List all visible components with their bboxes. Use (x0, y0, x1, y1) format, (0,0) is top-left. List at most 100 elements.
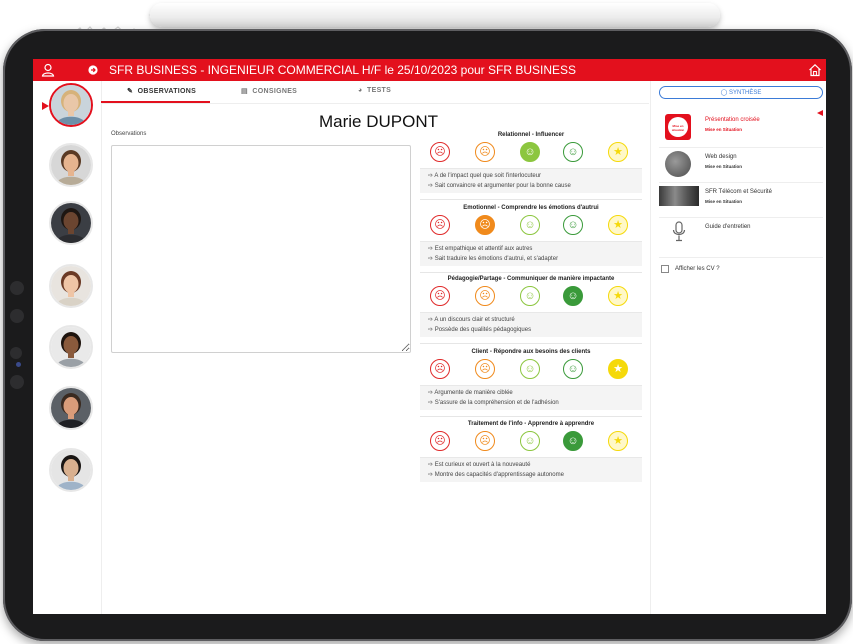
face-angry-icon[interactable]: ☹ (430, 286, 450, 306)
face-sad-icon[interactable]: ☹ (475, 431, 495, 451)
face-angry-icon[interactable]: ☹ (430, 215, 450, 235)
exercise-item-presentation[interactable]: Mise en situation Présentation croisée M… (659, 114, 823, 144)
face-smile-icon[interactable]: ☺ (563, 142, 583, 162)
face-neutral-icon[interactable]: ☺ (520, 142, 540, 162)
face-angry-icon[interactable]: ☹ (430, 359, 450, 379)
exercise-item-sfr-telecom[interactable]: SFR Télécom et Sécurité Mise en Situatio… (659, 186, 823, 216)
divider (420, 343, 642, 344)
divider (659, 182, 823, 183)
criterion-item-text: A de l'impact quel que soit l'interlocut… (434, 173, 542, 179)
tab-consignes[interactable]: ▤ CONSIGNES (241, 87, 297, 95)
criterion-item-text: Argumente de manière ciblée (434, 390, 513, 396)
candidate-avatar[interactable] (49, 448, 93, 492)
show-cv-checkbox[interactable] (661, 265, 669, 273)
synthese-label: SYNTHÈSE (729, 90, 762, 96)
arrow-bullet-icon: ➩ (428, 462, 435, 468)
face-angry-icon[interactable]: ☹ (430, 142, 450, 162)
candidate-avatar[interactable] (49, 83, 93, 127)
criterion-title: Relationnel - Influencer (497, 132, 565, 138)
candidate-name: Marie DUPONT (319, 112, 439, 131)
face-sad-icon[interactable]: ☹ (475, 215, 495, 235)
avatar-portrait (51, 266, 91, 306)
exercise-subtitle: Mise en Situation (705, 164, 743, 169)
star-icon[interactable]: ★ (608, 286, 628, 306)
candidate-avatar[interactable] (49, 143, 93, 187)
criterion-block: Pédagogie/Partage - Communiquer de maniè… (420, 276, 642, 338)
candidate-avatar[interactable] (49, 201, 93, 245)
criterion-block: Client - Répondre aux besoins des client… (420, 349, 642, 411)
face-angry-icon[interactable]: ☹ (430, 431, 450, 451)
face-neutral-icon[interactable]: ☺ (520, 359, 540, 379)
tab-observations[interactable]: ✎ OBSERVATIONS (127, 87, 196, 95)
divider (659, 257, 823, 258)
tablet-button (10, 375, 24, 389)
tab-bar: ✎ OBSERVATIONS ▤ CONSIGNES ◕ TESTS (101, 81, 649, 104)
synthese-button[interactable]: ◯ SYNTHÈSE (659, 86, 823, 99)
exercise-item-guide-entretien[interactable]: Guide d'entretien (659, 221, 823, 251)
stylus-pencil (150, 3, 720, 27)
avatar-portrait (51, 85, 91, 125)
candidate-avatar[interactable] (49, 386, 93, 430)
tab-label: OBSERVATIONS (137, 88, 197, 95)
criterion-details: ➩ Argumente de manière ciblée ➩ S'assure … (420, 385, 642, 410)
page-title: SFR BUSINESS - INGENIEUR COMMERCIAL H/F … (109, 63, 577, 77)
arrow-bullet-icon: ➩ (428, 256, 435, 262)
face-sad-icon[interactable]: ☹ (475, 286, 495, 306)
exercise-title: Guide d'entretien (705, 224, 751, 230)
divider (659, 217, 823, 218)
arrow-bullet-icon: ➩ (428, 183, 435, 189)
home-icon[interactable] (808, 63, 822, 77)
star-icon[interactable]: ★ (608, 142, 628, 162)
face-sad-icon[interactable]: ☹ (475, 359, 495, 379)
exercise-title: SFR Télécom et Sécurité (705, 189, 772, 195)
criterion-item: ➩ A de l'impact quel que soit l'interloc… (428, 172, 541, 179)
criterion-title: Client - Répondre aux besoins des client… (471, 349, 591, 355)
face-sad-icon[interactable]: ☹ (475, 142, 495, 162)
microphone-icon (672, 221, 686, 242)
observations-textarea[interactable] (111, 145, 411, 353)
face-smile-icon[interactable]: ☺ (563, 431, 583, 451)
tablet-button (10, 281, 24, 295)
star-icon[interactable]: ★ (608, 359, 628, 379)
exercise-item-web-design[interactable]: Web design Mise en Situation (659, 151, 823, 181)
logo-text: Mise en situation (671, 124, 685, 132)
face-smile-icon[interactable]: ☺ (563, 286, 583, 306)
face-smile-icon[interactable]: ☺ (563, 359, 583, 379)
criterion-item: ➩ A un discours clair et structuré (428, 316, 515, 323)
tab-label: CONSIGNES (252, 88, 298, 95)
face-neutral-icon[interactable]: ☺ (520, 286, 540, 306)
exercise-subtitle: Mise en Situation (705, 199, 743, 204)
criterion-details: ➩ Est curieux et ouvert à la nouveauté ➩ … (420, 457, 642, 482)
criterion-block: Traitement de l'info - Apprendre à appre… (420, 421, 642, 483)
gauge-icon: ◕ (358, 87, 363, 94)
candidate-avatar[interactable] (49, 264, 93, 308)
tab-tests[interactable]: ◕ TESTS (358, 87, 391, 94)
divider (420, 199, 642, 200)
avatar-portrait (51, 450, 91, 490)
avatar-portrait (51, 388, 91, 428)
user-icon[interactable] (41, 63, 55, 77)
star-icon[interactable]: ★ (608, 215, 628, 235)
criterion-details: ➩ A un discours clair et structuré ➩ Poss… (420, 312, 642, 337)
avatar-portrait (51, 145, 91, 185)
avatar-portrait (51, 327, 91, 367)
criterion-item: ➩ Est empathique et attentif aux autres (428, 245, 532, 252)
face-neutral-icon[interactable]: ☺ (520, 431, 540, 451)
mise-en-situation-logo: Mise en situation (665, 114, 691, 140)
star-icon[interactable]: ★ (608, 431, 628, 451)
synthese-icon: ◯ (720, 90, 728, 96)
rating-scale: ☹ ☹ ☺ ☺ ★ (420, 359, 642, 381)
criterion-block: Emotionnel - Comprendre les émotions d'a… (420, 205, 642, 267)
face-smile-icon[interactable]: ☺ (563, 215, 583, 235)
criterion-item: ➩ Sait convaincre et argumenter pour la … (428, 182, 571, 189)
edit-icon: ✎ (127, 88, 134, 95)
arrow-right-circle-icon[interactable] (88, 65, 98, 75)
face-neutral-icon[interactable]: ☺ (520, 215, 540, 235)
criterion-item-text: Possède des qualités pédagogiques (434, 327, 532, 333)
app-screen: SFR BUSINESS - INGENIEUR COMMERCIAL H/F … (33, 59, 826, 614)
criterion-item: ➩ Montre des capacités d'apprentissage a… (428, 471, 564, 478)
criterion-item: ➩ Possède des qualités pédagogiques (428, 326, 531, 333)
tab-label: TESTS (367, 87, 392, 94)
candidate-avatar[interactable] (49, 325, 93, 369)
criterion-item: ➩ Sait traduire les émotions d'autrui, e… (428, 255, 558, 262)
